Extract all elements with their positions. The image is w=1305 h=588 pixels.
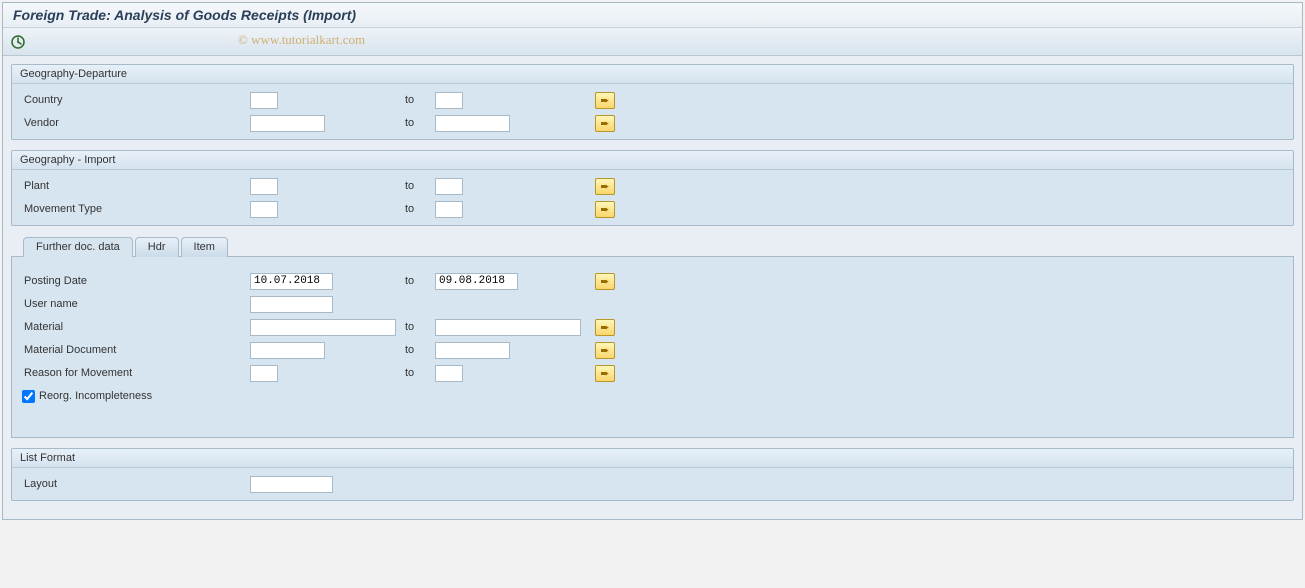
multiselect-reason-movement-button[interactable]: ➨	[595, 365, 615, 382]
label-reason-movement: Reason for Movement	[20, 367, 250, 379]
to-label: to	[405, 344, 435, 356]
label-material: Material	[20, 321, 250, 333]
input-vendor-from[interactable]	[250, 115, 325, 132]
label-user-name: User name	[20, 298, 250, 310]
content: Geography-Departure Country to ➨ Vendor …	[3, 56, 1302, 519]
tab-item[interactable]: Item	[181, 237, 228, 257]
to-label: to	[405, 367, 435, 379]
label-vendor: Vendor	[20, 117, 250, 129]
row-posting-date: Posting Date to ➨	[20, 270, 1285, 292]
group-list-format: List Format Layout	[11, 448, 1294, 501]
label-posting-date: Posting Date	[20, 275, 250, 287]
multiselect-vendor-button[interactable]: ➨	[595, 115, 615, 132]
group-header-import: Geography - Import	[12, 151, 1293, 170]
row-user-name: User name	[20, 293, 1285, 315]
multiselect-material-button[interactable]: ➨	[595, 319, 615, 336]
checkbox-reorg-incompleteness[interactable]	[22, 390, 35, 403]
input-vendor-to[interactable]	[435, 115, 510, 132]
to-label: to	[405, 321, 435, 333]
tab-hdr[interactable]: Hdr	[135, 237, 179, 257]
group-header-departure: Geography-Departure	[12, 65, 1293, 84]
arrow-right-icon: ➨	[600, 321, 609, 334]
arrow-right-icon: ➨	[600, 94, 609, 107]
input-movement-to[interactable]	[435, 201, 463, 218]
arrow-right-icon: ➨	[600, 275, 609, 288]
group-geography-import: Geography - Import Plant to ➨ Movement T…	[11, 150, 1294, 226]
app-frame: Foreign Trade: Analysis of Goods Receipt…	[2, 2, 1303, 520]
group-header-list-format: List Format	[12, 449, 1293, 468]
input-posting-date-to[interactable]	[435, 273, 518, 290]
toolbar: © www.tutorialkart.com	[3, 28, 1302, 56]
input-material-to[interactable]	[435, 319, 581, 336]
arrow-right-icon: ➨	[600, 367, 609, 380]
label-country: Country	[20, 94, 250, 106]
execute-icon	[10, 34, 26, 50]
label-material-document: Material Document	[20, 344, 250, 356]
to-label: to	[405, 117, 435, 129]
tab-strip: Further doc. data Hdr Item	[11, 237, 1294, 257]
row-material-document: Material Document to ➨	[20, 339, 1285, 361]
to-label: to	[405, 180, 435, 192]
tab-further-doc-data[interactable]: Further doc. data	[23, 237, 133, 257]
arrow-right-icon: ➨	[600, 180, 609, 193]
tabs-container: Further doc. data Hdr Item Posting Date …	[11, 236, 1294, 438]
input-material-doc-to[interactable]	[435, 342, 510, 359]
multiselect-movement-button[interactable]: ➨	[595, 201, 615, 218]
row-material: Material to ➨	[20, 316, 1285, 338]
to-label: to	[405, 203, 435, 215]
label-movement-type: Movement Type	[20, 203, 250, 215]
tab-content-further: Posting Date to ➨ User name Material to …	[11, 256, 1294, 438]
row-reorg-incompleteness: Reorg. Incompleteness	[20, 385, 1285, 407]
input-plant-to[interactable]	[435, 178, 463, 195]
label-layout: Layout	[20, 478, 250, 490]
input-user-name[interactable]	[250, 296, 333, 313]
row-reason-movement: Reason for Movement to ➨	[20, 362, 1285, 384]
to-label: to	[405, 94, 435, 106]
row-country: Country to ➨	[20, 89, 1285, 111]
row-layout: Layout	[20, 473, 1285, 495]
input-reason-movement-to[interactable]	[435, 365, 463, 382]
arrow-right-icon: ➨	[600, 117, 609, 130]
multiselect-country-button[interactable]: ➨	[595, 92, 615, 109]
input-reason-movement-from[interactable]	[250, 365, 278, 382]
input-country-from[interactable]	[250, 92, 278, 109]
to-label: to	[405, 275, 435, 287]
arrow-right-icon: ➨	[600, 344, 609, 357]
row-vendor: Vendor to ➨	[20, 112, 1285, 134]
execute-button[interactable]	[9, 33, 27, 51]
group-geography-departure: Geography-Departure Country to ➨ Vendor …	[11, 64, 1294, 140]
title-bar: Foreign Trade: Analysis of Goods Receipt…	[3, 3, 1302, 28]
multiselect-plant-button[interactable]: ➨	[595, 178, 615, 195]
input-layout[interactable]	[250, 476, 333, 493]
arrow-right-icon: ➨	[600, 203, 609, 216]
label-plant: Plant	[20, 180, 250, 192]
input-plant-from[interactable]	[250, 178, 278, 195]
row-movement-type: Movement Type to ➨	[20, 198, 1285, 220]
input-posting-date-from[interactable]	[250, 273, 333, 290]
page-title: Foreign Trade: Analysis of Goods Receipt…	[13, 7, 1292, 23]
input-movement-from[interactable]	[250, 201, 278, 218]
multiselect-posting-date-button[interactable]: ➨	[595, 273, 615, 290]
input-material-doc-from[interactable]	[250, 342, 325, 359]
input-country-to[interactable]	[435, 92, 463, 109]
multiselect-material-doc-button[interactable]: ➨	[595, 342, 615, 359]
row-plant: Plant to ➨	[20, 175, 1285, 197]
label-reorg-incompleteness: Reorg. Incompleteness	[39, 390, 152, 402]
watermark: © www.tutorialkart.com	[238, 32, 365, 48]
input-material-from[interactable]	[250, 319, 396, 336]
